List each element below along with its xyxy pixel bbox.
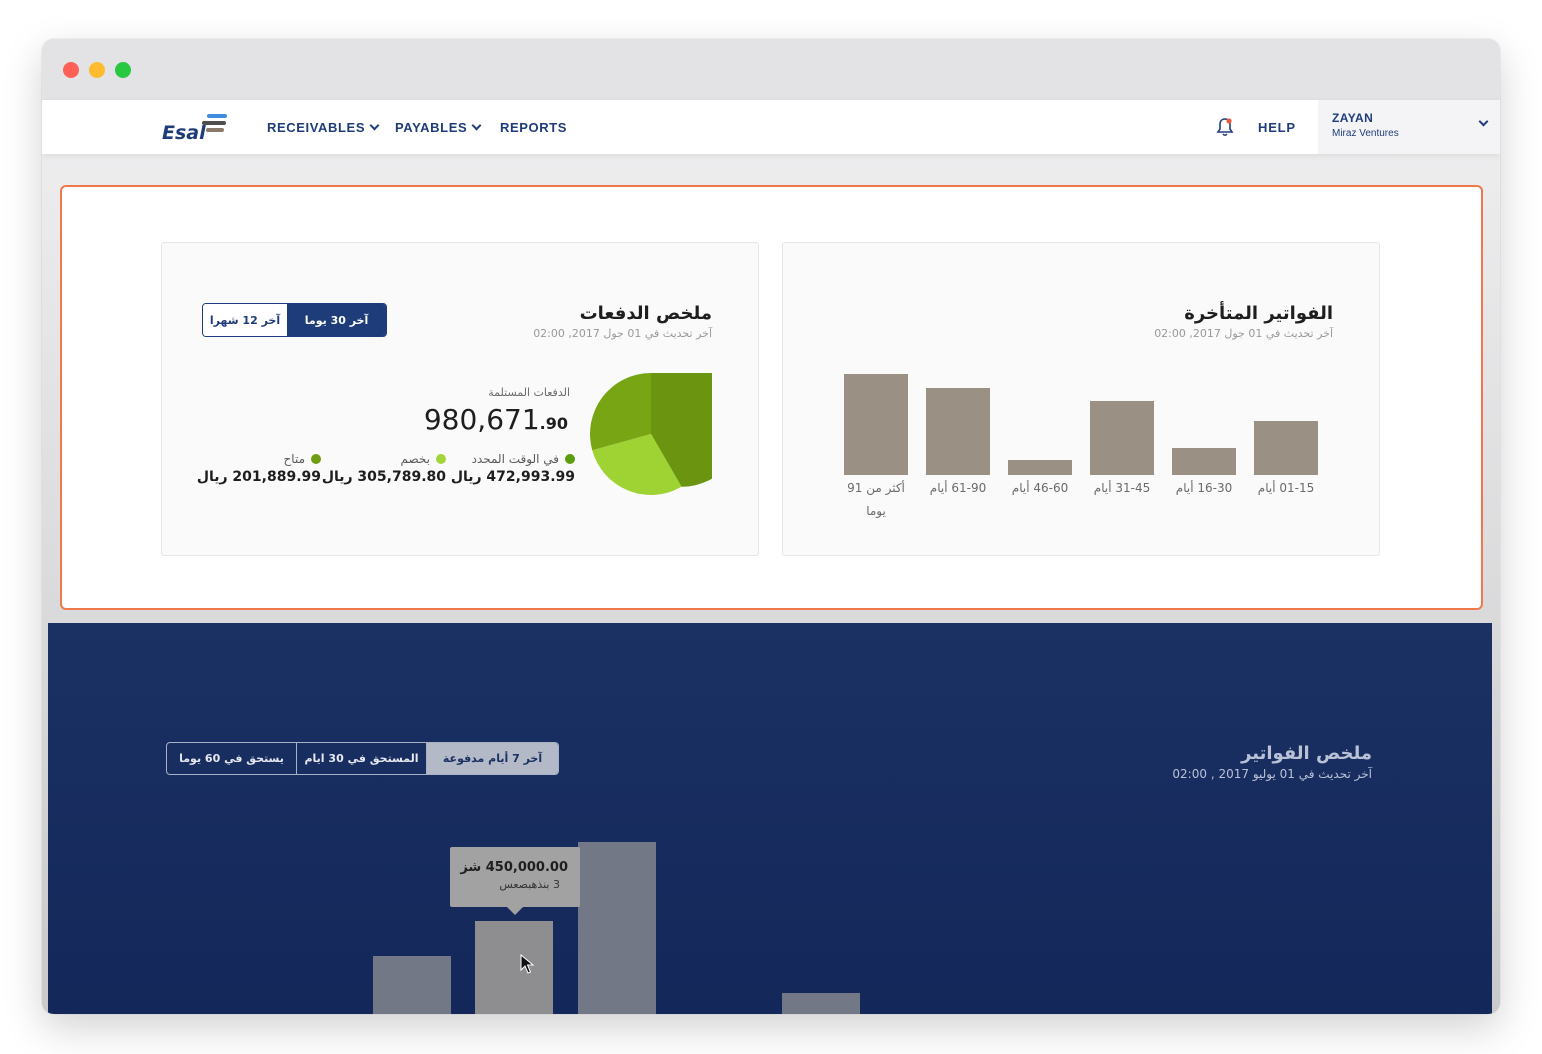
nav-payables-label: PAYABLES <box>395 120 468 135</box>
invoice-bar[interactable] <box>578 842 656 1014</box>
logo-bar-brown <box>206 128 224 132</box>
help-link[interactable]: HELP <box>1258 120 1296 135</box>
overdue-invoices-card: الفواتير المتأخرة آخر تحديث في 01 جول 20… <box>782 242 1380 556</box>
overdue-bar[interactable] <box>1254 421 1318 475</box>
legend-on-time-value: 472,993.99 ريال <box>450 469 575 485</box>
overdue-bar-label: 31-45 أيام <box>1093 481 1151 495</box>
invoices-title: ملخص الفواتير <box>1241 743 1372 764</box>
chevron-down-icon <box>471 120 482 131</box>
highlighted-section: ملخص الدفعات آخر تحديث في 01 جول 2017, 0… <box>60 185 1483 610</box>
legend-available: متاح 201,889.99 ريال <box>197 452 321 485</box>
close-window-button[interactable] <box>63 62 79 78</box>
logo-wordmark: Esal <box>162 122 206 144</box>
overdue-bar-label: أكثر من 91 يوما <box>847 481 905 518</box>
user-menu[interactable]: ZAYAN Miraz Ventures <box>1318 100 1500 154</box>
nav-reports[interactable]: REPORTS <box>500 120 567 135</box>
payments-updated: آخر تحديث في 01 جول 2017, 02:00 <box>533 327 712 340</box>
chevron-down-icon <box>369 120 380 131</box>
invoices-tabs: يستحق في 60 يوما المستحق في 30 ايام آخر … <box>166 742 559 775</box>
period-toggle: آخر 12 شهرا آخر 30 يوما <box>202 303 387 337</box>
overdue-bar-chart: 01-15 أيام 16-30 أيام 31-45 أيام 46-60 أيام… <box>783 243 1379 555</box>
dashboard-content: ملخص الدفعات آخر تحديث في 01 جول 2017, 0… <box>42 154 1500 1014</box>
tooltip-count: 3 بنذهبصعس <box>499 878 560 891</box>
dot-icon <box>436 454 446 464</box>
nav-payables[interactable]: PAYABLES <box>395 120 482 135</box>
tab-paid-7-days[interactable]: آخر 7 أيام مدفوعة <box>427 743 558 774</box>
received-amount-int: 980,671 <box>423 403 540 436</box>
chevron-down-icon <box>1478 116 1489 127</box>
received-label: الدفعات المستلمة <box>488 386 570 399</box>
toggle-12-months[interactable]: آخر 12 شهرا <box>203 304 287 336</box>
payments-title: ملخص الدفعات <box>579 303 712 324</box>
overdue-bar[interactable] <box>926 388 990 475</box>
invoices-updated: آخر تحديث في 01 يوليو 2017 , 02:00 <box>1172 767 1372 781</box>
nav-receivables[interactable]: RECEIVABLES <box>267 120 380 135</box>
legend-available-label: متاح <box>283 452 305 466</box>
dot-icon <box>565 454 575 464</box>
overdue-bar-label: 16-30 أيام <box>1175 481 1233 495</box>
invoices-summary-section: ملخص الفواتير آخر تحديث في 01 يوليو 2017… <box>48 623 1492 1014</box>
overdue-bar[interactable] <box>1172 448 1236 475</box>
user-company: Miraz Ventures <box>1332 128 1399 139</box>
dot-icon <box>311 454 321 464</box>
legend-discount-value: 305,789.80 ريال <box>321 469 446 485</box>
bell-icon[interactable] <box>1216 117 1234 137</box>
overdue-bar-label: 61-90 أيام <box>929 481 987 495</box>
minimize-window-button[interactable] <box>89 62 105 78</box>
legend-on-time: في الوقت المحدد 472,993.99 ريال <box>451 452 575 485</box>
invoice-bar[interactable] <box>475 921 553 1014</box>
maximize-window-button[interactable] <box>115 62 131 78</box>
toggle-30-days[interactable]: آخر 30 يوما <box>287 304 386 336</box>
tab-due-30-days[interactable]: المستحق في 30 ايام <box>297 743 427 774</box>
tab-due-60-days[interactable]: يستحق في 60 يوما <box>167 743 297 774</box>
legend-discount: بخصم 305,789.80 ريال <box>322 452 446 485</box>
nav-receivables-label: RECEIVABLES <box>267 120 366 135</box>
logo-bar-blue <box>207 114 227 118</box>
overdue-bar-label: 01-15 أيام <box>1257 481 1315 495</box>
window-titlebar <box>42 39 1500 100</box>
received-amount-dec: .90 <box>539 414 568 433</box>
received-amount: 980,671.90 <box>424 403 568 436</box>
payments-pie-chart <box>590 373 712 495</box>
tooltip-amount: 450,000.00 شز <box>460 860 568 875</box>
esal-logo[interactable]: Esal <box>162 106 232 146</box>
overdue-bar[interactable] <box>1090 401 1154 475</box>
nav-reports-label: REPORTS <box>500 120 568 135</box>
overdue-bar-label: 46-60 أيام <box>1011 481 1069 495</box>
top-navbar: Esal RECEIVABLES PAYABLES REPORTS HELP Z… <box>42 100 1500 154</box>
legend-on-time-label: في الوقت المحدد <box>471 452 559 466</box>
overdue-bar[interactable] <box>844 374 908 475</box>
bar-tooltip: 450,000.00 شز 3 بنذهبصعس <box>450 847 580 915</box>
invoice-bar[interactable] <box>782 993 860 1014</box>
legend-available-value: 201,889.99 ريال <box>196 469 321 485</box>
mouse-cursor-icon <box>520 954 534 974</box>
legend-discount-label: بخصم <box>400 452 430 466</box>
overdue-bar[interactable] <box>1008 460 1072 475</box>
invoice-bar[interactable] <box>373 956 451 1014</box>
user-name: ZAYAN <box>1332 111 1374 125</box>
browser-window: Esal RECEIVABLES PAYABLES REPORTS HELP Z… <box>42 39 1500 1014</box>
payments-summary-card: ملخص الدفعات آخر تحديث في 01 جول 2017, 0… <box>161 242 759 556</box>
